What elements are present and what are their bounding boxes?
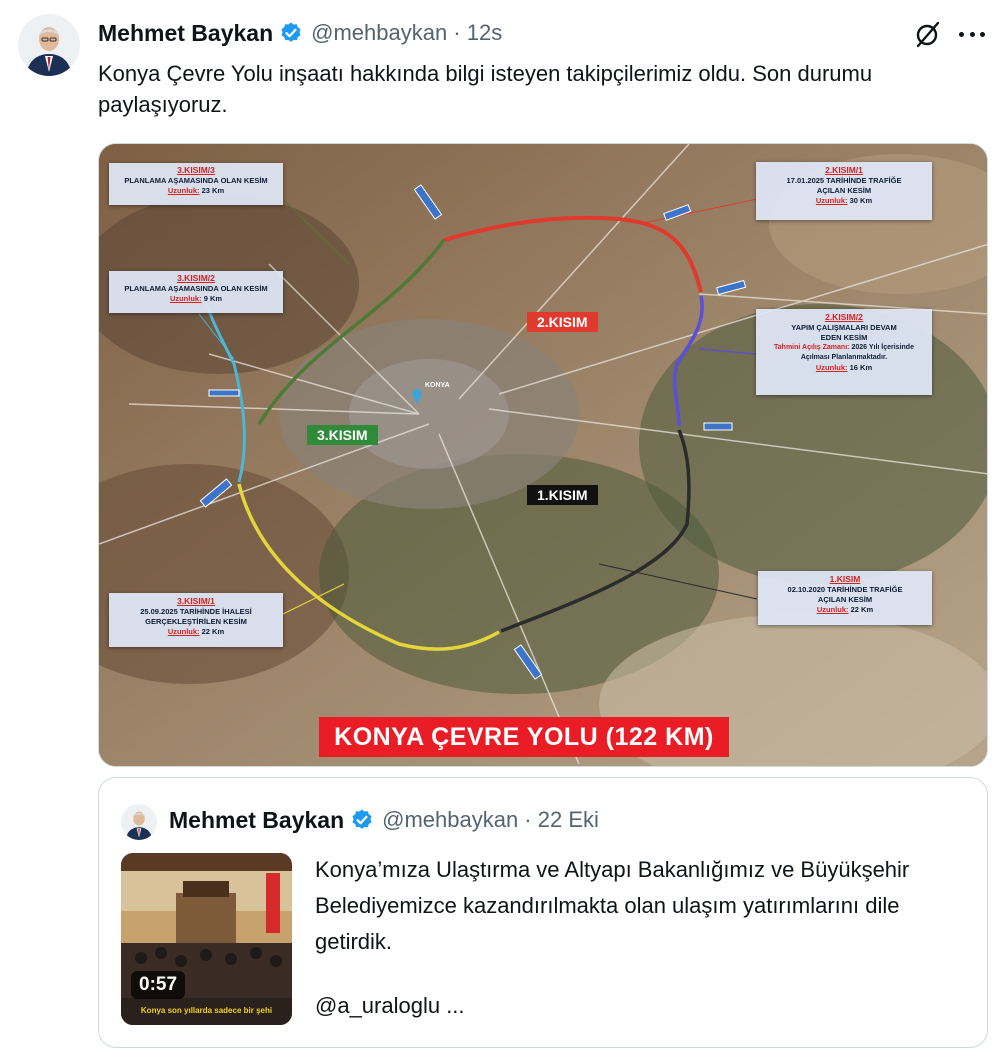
label-length-value: 23 Km (201, 186, 225, 195)
tag-3-kisim: 3.KISIM (307, 425, 378, 445)
quote-mention[interactable]: @a_uraloglu ... (315, 993, 465, 1019)
label-length-key: Uzunluk: (167, 627, 200, 636)
more-icon[interactable] (956, 20, 988, 48)
quote-author-avatar[interactable] (121, 804, 157, 840)
label-3-kisim-3: 3.KISIM/3 PLANLAMA AŞAMASINDA OLAN KESİM… (109, 163, 283, 205)
label-length-value: 22 Km (850, 605, 874, 614)
label-2-kisim-1: 2.KISIM/1 17.01.2025 TARİHİNDE TRAFİĞE A… (756, 162, 932, 220)
label-title: 2.KISIM/2 (825, 312, 863, 322)
label-body: PLANLAMA AŞAMASINDA OLAN KESİM (124, 176, 268, 185)
label-length-key: Uzunluk: (816, 605, 849, 614)
label-title: 3.KISIM/1 (177, 596, 215, 606)
author-avatar[interactable] (18, 14, 80, 76)
tweet-media-map[interactable]: KONYA 3.KISIM/3 PLANLAMA AŞAMASINDA OLAN… (98, 143, 988, 767)
quote-header: Mehmet Baykan @mehbaykan · 22 Eki (169, 804, 599, 836)
satellite-map (99, 144, 987, 766)
map-city-label: KONYA (425, 382, 450, 389)
label-body: YAPIM ÇALIŞMALARI DEVAM EDEN KESİM (791, 323, 897, 342)
label-length-key: Uzunluk: (815, 363, 848, 372)
label-date-key: Tahmini Açılış Zamanı: (774, 344, 850, 351)
label-length-value: 30 Km (849, 196, 873, 205)
tweet-header: Mehmet Baykan @mehbaykan · 12s (98, 16, 502, 50)
label-title: 1.KISIM (829, 574, 861, 584)
quote-video-thumbnail[interactable]: 0:57 Konya son yıllarda sadece bir şehi (121, 853, 292, 1025)
tag-2-kisim: 2.KISIM (527, 312, 598, 332)
quote-author-name[interactable]: Mehmet Baykan (169, 807, 344, 834)
label-body: 25.09.2025 TARİHİNDE İHALESİ GERÇEKLEŞTİ… (140, 607, 252, 626)
label-body: PLANLAMA AŞAMASINDA OLAN KESİM (124, 284, 268, 293)
avatar-portrait (121, 804, 157, 840)
quoted-tweet[interactable]: Mehmet Baykan @mehbaykan · 22 Eki 0:57 K… (98, 777, 988, 1048)
tweet-text: Konya Çevre Yolu inşaatı hakkında bilgi … (98, 61, 873, 117)
label-title: 3.KISIM/2 (177, 273, 215, 283)
label-length-value: 16 Km (849, 363, 873, 372)
label-length-value: 22 Km (201, 627, 225, 636)
label-title: 2.KISIM/1 (825, 165, 863, 175)
label-body: 02.10.2020 TARİHİNDE TRAFİĞE AÇILAN KESİ… (787, 585, 903, 604)
video-subtitle: Konya son yıllarda sadece bir şehi (140, 1006, 273, 1015)
label-length-key: Uzunluk: (169, 294, 202, 303)
quote-handle-time[interactable]: @mehbaykan · 22 Eki (382, 807, 599, 833)
video-duration: 0:57 (131, 971, 186, 999)
grok-icon[interactable] (914, 20, 942, 48)
map-banner-title: KONYA ÇEVRE YOLU (122 KM) (319, 717, 729, 757)
author-name[interactable]: Mehmet Baykan (98, 20, 273, 47)
label-length-key: Uzunluk: (815, 196, 848, 205)
author-handle-time[interactable]: @mehbaykan · 12s (311, 20, 502, 46)
verified-badge-icon (281, 22, 301, 42)
label-length-value: 9 Km (203, 294, 223, 303)
quote-text: Konya’mıza Ulaştırma ve Altyapı Bakanlığ… (315, 857, 910, 954)
label-3-kisim-2: 3.KISIM/2 PLANLAMA AŞAMASINDA OLAN KESİM… (109, 271, 283, 313)
avatar-portrait (18, 14, 80, 76)
label-1-kisim: 1.KISIM 02.10.2020 TARİHİNDE TRAFİĞE AÇI… (758, 571, 932, 625)
label-body: 17.01.2025 TARİHİNDE TRAFİĞE AÇILAN KESİ… (786, 176, 902, 195)
parliament-scene (121, 853, 292, 1025)
verified-badge-icon (352, 809, 372, 829)
label-3-kisim-1: 3.KISIM/1 25.09.2025 TARİHİNDE İHALESİ G… (109, 593, 283, 647)
label-2-kisim-2: 2.KISIM/2 YAPIM ÇALIŞMALARI DEVAM EDEN K… (756, 309, 932, 395)
label-length-key: Uzunluk: (167, 186, 200, 195)
tag-1-kisim: 1.KISIM (527, 485, 598, 505)
label-title: 3.KISIM/3 (177, 165, 215, 175)
